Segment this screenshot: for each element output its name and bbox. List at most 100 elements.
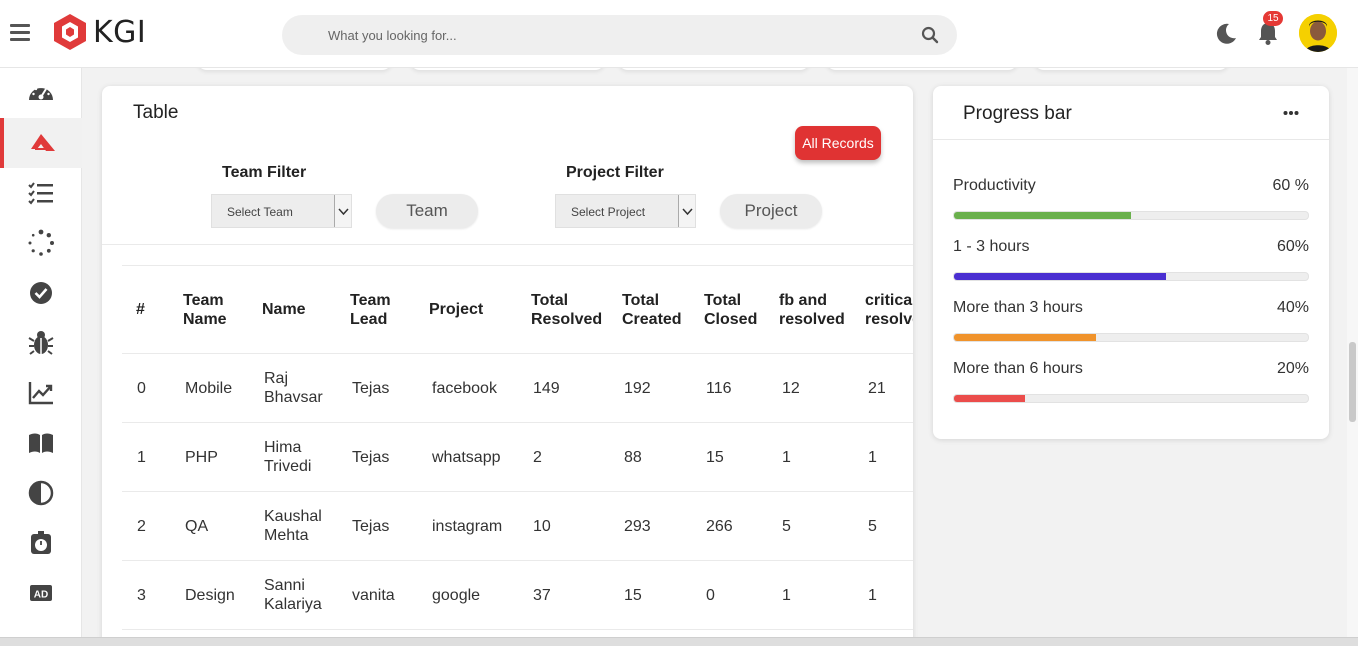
progress-track	[953, 272, 1309, 281]
ad-icon: AD	[30, 585, 52, 601]
sidebar-item-reports[interactable]	[0, 368, 82, 418]
dark-mode-moon-icon[interactable]	[1214, 22, 1238, 46]
cell-name: Raj Bhavsar	[264, 370, 323, 406]
search-input[interactable]	[328, 25, 888, 45]
team-select-value: Select Team	[227, 205, 293, 219]
logo-text: KGI	[93, 14, 147, 50]
sidebar-item-timer[interactable]	[0, 518, 82, 568]
cell-fb-resolved: 12	[782, 379, 800, 397]
progress-value: 60%	[1276, 238, 1309, 255]
sidebar-item-checklist[interactable]	[0, 168, 82, 218]
timer-icon	[31, 531, 51, 554]
cell-fb-resolved: 1	[782, 586, 791, 604]
column-header-team-name: Team Name	[183, 291, 227, 328]
table-row[interactable]: 1 PHP Hima Trivedi Tejas whatsapp 2 88 1…	[122, 423, 913, 492]
trending-chart-icon	[28, 382, 53, 405]
cell-team-name: PHP	[185, 448, 218, 466]
chevron-down-icon	[334, 195, 351, 227]
cell-total-resolved: 2	[533, 448, 542, 466]
progress-track	[953, 333, 1309, 342]
table-row[interactable]: 0 Mobile Raj Bhavsar Tejas facebook 149 …	[122, 354, 913, 423]
cell-name: Hima Trivedi	[264, 439, 312, 475]
progress-track	[953, 211, 1309, 220]
sidebar-item-ads[interactable]: AD	[0, 568, 82, 618]
progress-item-1-3-hours: 1 - 3 hours 60%	[953, 238, 1309, 288]
progress-track	[953, 394, 1309, 403]
brand-logo[interactable]: KGI	[50, 12, 146, 52]
cell-total-resolved: 37	[533, 586, 551, 604]
project-filter-label: Project Filter	[566, 164, 664, 181]
progress-label: Productivity	[953, 177, 1036, 194]
avatar-image-icon	[1299, 14, 1337, 52]
cell-total-created: 192	[624, 379, 651, 397]
all-records-button[interactable]: All Records	[795, 126, 881, 160]
cell-total-created: 88	[624, 448, 642, 466]
cell-team-name: QA	[185, 517, 209, 535]
table-header-row: # Team Name Name Team Lead Project Total…	[122, 266, 913, 354]
taskbar-strip	[0, 637, 1358, 646]
table-card-title: Table	[133, 102, 179, 123]
cell-critical-resolved: 1	[868, 586, 877, 604]
sidebar-item-dashboard[interactable]	[0, 68, 82, 118]
sidebar-item-in-progress[interactable]	[0, 218, 82, 268]
hamburger-menu-icon[interactable]	[10, 24, 30, 42]
cell-project: instagram	[432, 517, 503, 535]
project-filter-button[interactable]: Project	[720, 194, 822, 228]
cell-total-created: 293	[624, 517, 651, 535]
team-select[interactable]: Select Team	[211, 194, 352, 228]
search-icon[interactable]	[921, 26, 939, 44]
cell-project: facebook	[432, 379, 497, 397]
progress-label: More than 6 hours	[953, 360, 1083, 377]
sidebar-item-docs[interactable]	[0, 418, 82, 468]
kgi-logo-icon	[31, 134, 55, 151]
check-circle-icon	[30, 282, 52, 304]
sidebar-item-bugs[interactable]	[0, 318, 82, 368]
cell-fb-resolved: 5	[782, 517, 791, 535]
svg-text:AD: AD	[34, 590, 48, 601]
cell-total-resolved: 149	[533, 379, 560, 397]
bug-icon	[28, 331, 54, 355]
table-card: Table All Records Team Filter Select Tea…	[102, 86, 913, 646]
project-select[interactable]: Select Project	[555, 194, 696, 228]
progress-item-more-than-6-hours: More than 6 hours 20%	[953, 360, 1309, 410]
table-row[interactable]: 2 QA Kaushal Mehta Tejas instagram 10 29…	[122, 492, 913, 561]
progress-value: 60 %	[1272, 177, 1309, 194]
cell-team-lead: Tejas	[352, 517, 390, 535]
team-filter-button[interactable]: Team	[376, 194, 478, 228]
column-header-team-lead: Team Lead	[350, 291, 391, 328]
loading-spinner-icon	[28, 229, 54, 256]
cell-fb-resolved: 1	[782, 448, 791, 466]
cell-critical-resolved: 1	[868, 448, 877, 466]
progress-label: More than 3 hours	[953, 299, 1083, 316]
progress-value: 40%	[1276, 299, 1309, 316]
search-bar	[282, 15, 957, 55]
progress-fill	[954, 273, 1167, 280]
sidebar-item-kgi[interactable]	[0, 118, 82, 168]
cell-total-closed: 15	[706, 448, 724, 466]
cell-index: 1	[137, 448, 146, 466]
cell-index: 3	[137, 586, 146, 604]
sidebar-item-theme[interactable]	[0, 468, 82, 518]
vertical-scrollbar[interactable]	[1347, 68, 1358, 646]
user-avatar[interactable]	[1299, 14, 1337, 52]
sidebar-item-completed[interactable]	[0, 268, 82, 318]
column-header-index: #	[136, 301, 145, 318]
project-select-value: Select Project	[571, 205, 646, 219]
cell-team-name: Design	[185, 586, 235, 604]
cell-critical-resolved: 5	[868, 517, 877, 535]
more-options-icon[interactable]	[1283, 106, 1299, 120]
scrollbar-thumb[interactable]	[1349, 342, 1356, 422]
column-header-total-closed: Total Closed	[704, 291, 758, 328]
cell-team-lead: Tejas	[352, 379, 390, 397]
progress-fill	[954, 212, 1131, 219]
progress-card: Progress bar Productivity 60 % 1 - 3 hou…	[933, 86, 1329, 439]
table-row[interactable]: 3 Design Sanni Kalariya vanita google 37…	[122, 561, 913, 630]
book-icon	[29, 433, 53, 453]
divider	[933, 139, 1329, 140]
column-header-total-resolved: Total Resolved	[531, 291, 603, 328]
column-header-name: Name	[262, 301, 306, 318]
cell-total-created: 15	[624, 586, 642, 604]
cell-index: 2	[137, 517, 146, 535]
divider	[102, 244, 913, 245]
column-header-fb-resolved: fb and resolved	[779, 291, 845, 328]
